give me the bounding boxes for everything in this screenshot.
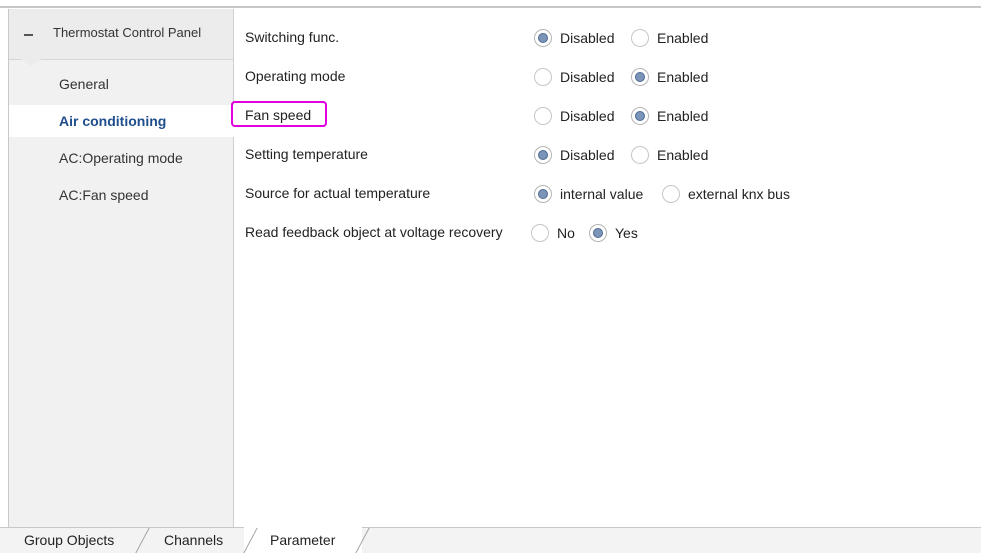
option-external-knx-bus[interactable]: external knx bus <box>662 185 790 203</box>
param-label: Setting temperature <box>245 146 368 162</box>
bottom-tab-bar: Group Objects Channels Parameter <box>0 527 981 553</box>
option-label: Enabled <box>657 108 709 124</box>
option-label: Enabled <box>657 30 709 46</box>
option-disabled[interactable]: Disabled <box>534 146 614 164</box>
option-disabled[interactable]: Disabled <box>534 107 614 125</box>
param-label: Operating mode <box>245 68 346 84</box>
tab-channels[interactable]: Channels <box>164 528 223 553</box>
param-row-fan-speed: Fan speed Disabled Enabled <box>234 101 981 131</box>
radio-button-checked[interactable] <box>534 29 552 47</box>
option-disabled[interactable]: Disabled <box>534 68 614 86</box>
tree-item-label: AC:Fan speed <box>59 187 149 203</box>
radio-button-checked[interactable] <box>631 68 649 86</box>
tree-item-ac-fan-speed[interactable]: AC:Fan speed <box>9 179 233 211</box>
param-label: Read feedback object at voltage recovery <box>245 224 503 240</box>
radio-button-checked[interactable] <box>534 146 552 164</box>
tree-item-label: AC:Operating mode <box>59 150 183 166</box>
option-enabled[interactable]: Enabled <box>631 68 708 86</box>
option-no[interactable]: No <box>531 224 575 242</box>
radio-button[interactable] <box>662 185 680 203</box>
tree-item-label: Air conditioning <box>59 113 167 129</box>
radio-button[interactable] <box>631 29 649 47</box>
option-label: Yes <box>615 225 638 241</box>
option-disabled[interactable]: Disabled <box>534 29 614 47</box>
radio-button-checked[interactable] <box>631 107 649 125</box>
param-label: Source for actual temperature <box>245 185 431 201</box>
parameter-tree: Thermostat Control Panel General Air con… <box>9 9 234 527</box>
tree-root[interactable]: Thermostat Control Panel <box>9 9 233 60</box>
option-label: No <box>557 225 575 241</box>
top-border <box>0 6 981 8</box>
option-enabled[interactable]: Enabled <box>631 107 708 125</box>
option-label: Disabled <box>560 147 615 163</box>
radio-button[interactable] <box>631 146 649 164</box>
option-label: Disabled <box>560 30 615 46</box>
tree-notch-decoration <box>19 58 43 66</box>
option-yes[interactable]: Yes <box>589 224 638 242</box>
option-label: Disabled <box>560 108 615 124</box>
radio-button[interactable] <box>531 224 549 242</box>
tree-item-general[interactable]: General <box>9 68 233 100</box>
option-internal-value[interactable]: internal value <box>534 185 643 203</box>
param-row-setting-temperature: Setting temperature Disabled Enabled <box>234 140 981 170</box>
option-label: Enabled <box>657 69 709 85</box>
param-row-source-actual-temperature: Source for actual temperature internal v… <box>234 179 981 209</box>
tree-item-air-conditioning[interactable]: Air conditioning <box>9 105 234 137</box>
collapse-icon[interactable] <box>24 34 33 36</box>
tab-parameter[interactable]: Parameter <box>270 528 335 553</box>
option-label: internal value <box>560 186 644 202</box>
tab-group-objects[interactable]: Group Objects <box>24 528 114 553</box>
radio-button[interactable] <box>534 68 552 86</box>
option-label: Enabled <box>657 147 709 163</box>
param-row-switching-func: Switching func. Disabled Enabled <box>234 23 981 53</box>
tree-root-label: Thermostat Control Panel <box>53 25 202 40</box>
param-label: Switching func. <box>245 29 340 45</box>
option-label: external knx bus <box>688 186 790 202</box>
tree-item-ac-operating-mode[interactable]: AC:Operating mode <box>9 142 233 174</box>
tab-separator <box>135 528 150 553</box>
radio-button[interactable] <box>534 107 552 125</box>
radio-button-checked[interactable] <box>589 224 607 242</box>
option-label: Disabled <box>560 69 615 85</box>
param-row-read-feedback: Read feedback object at voltage recovery… <box>234 218 981 248</box>
option-enabled[interactable]: Enabled <box>631 146 708 164</box>
fan-speed-highlight-box <box>231 101 327 127</box>
parameter-panel: Switching func. Disabled Enabled Operati… <box>234 9 981 527</box>
param-row-operating-mode: Operating mode Disabled Enabled <box>234 62 981 92</box>
tree-item-label: General <box>59 76 109 92</box>
option-enabled[interactable]: Enabled <box>631 29 708 47</box>
radio-button-checked[interactable] <box>534 185 552 203</box>
